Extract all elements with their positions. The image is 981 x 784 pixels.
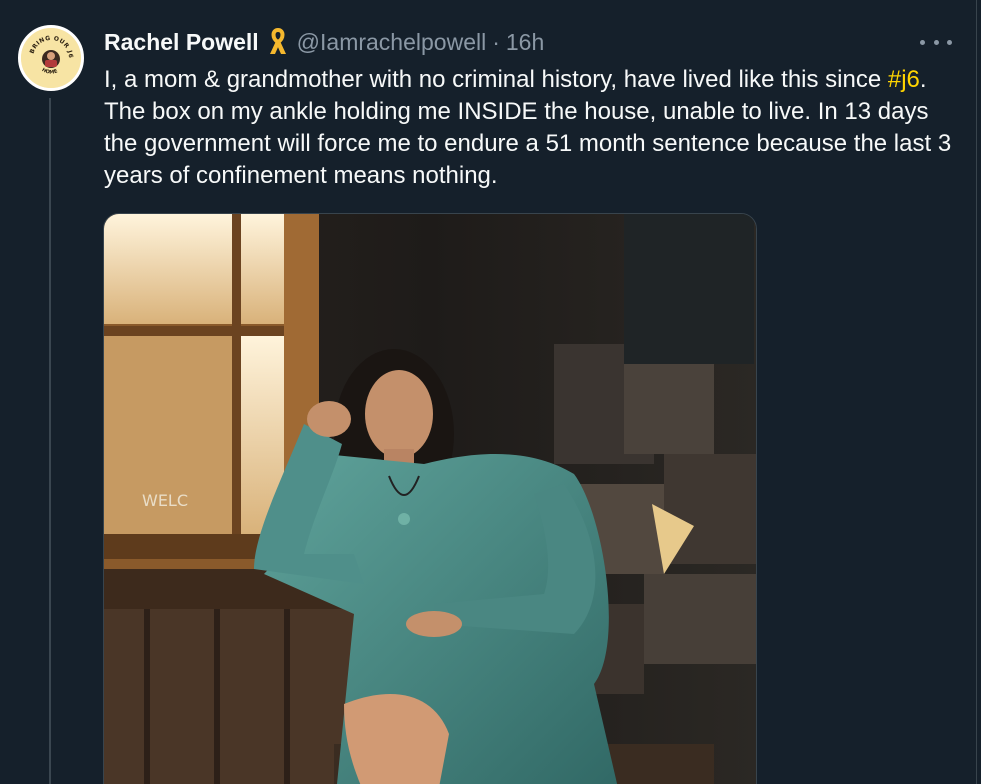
- avatar[interactable]: BRING OUR J6ERS HOME: [18, 25, 84, 91]
- yellow-ribbon-icon: [267, 27, 289, 56]
- more-dot: [920, 39, 925, 45]
- tweet-header: Rachel Powell @Iamrachelpowell · 16h: [104, 25, 544, 59]
- tweet-text: I, a mom & grandmother with no criminal …: [104, 64, 964, 192]
- user-handle[interactable]: @Iamrachelpowell: [297, 29, 487, 56]
- tweet-photo[interactable]: WELC: [103, 213, 757, 784]
- photo-woman-by-window: WELC: [104, 214, 756, 784]
- display-name[interactable]: Rachel Powell: [104, 29, 259, 56]
- separator-dot: ·: [492, 28, 500, 55]
- welcome-sign-text: WELC: [142, 491, 188, 510]
- thread-line: [49, 98, 51, 784]
- more-horizontal-icon[interactable]: [920, 33, 952, 51]
- avatar-image: BRING OUR J6ERS HOME: [21, 28, 81, 88]
- tweet[interactable]: BRING OUR J6ERS HOME Rachel Powell @Iamr…: [0, 0, 976, 784]
- tweet-text-part-1: I, a mom & grandmother with no criminal …: [104, 66, 888, 93]
- timestamp[interactable]: 16h: [506, 29, 544, 56]
- hashtag-link[interactable]: #j6: [888, 66, 920, 93]
- more-dot: [933, 39, 939, 45]
- more-dot: [947, 39, 952, 45]
